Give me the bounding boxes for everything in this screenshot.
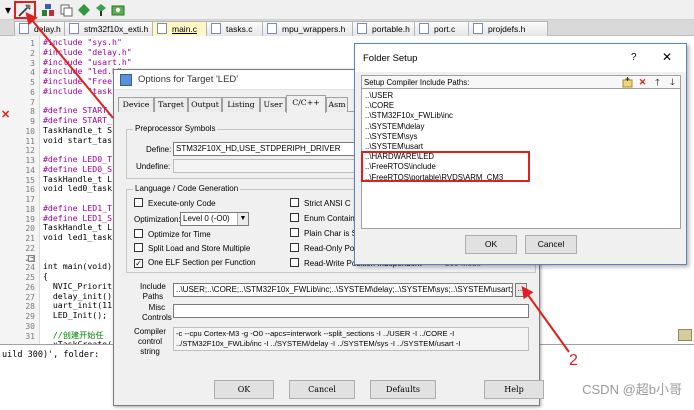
- annotation-arrows: [25, 12, 570, 353]
- arrow-to-include-browse: [521, 286, 570, 353]
- arrow-to-toolbar: [25, 12, 114, 119]
